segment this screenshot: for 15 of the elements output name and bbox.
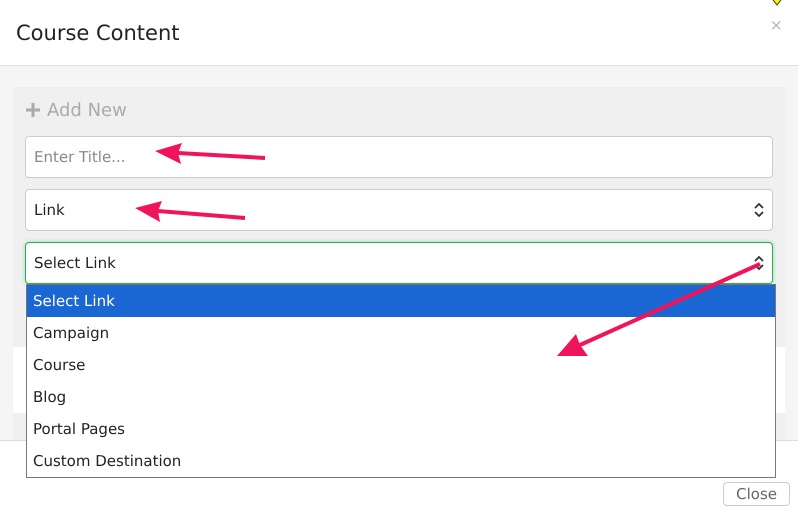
dropdown-option[interactable]: Campaign [27, 317, 775, 349]
dropdown-option[interactable]: Select Link [27, 285, 775, 317]
dropdown-option[interactable]: Blog [27, 381, 775, 413]
dropdown-option[interactable]: Custom Destination [27, 445, 775, 477]
chevron-updown-icon [754, 255, 764, 271]
dropdown-option[interactable]: Portal Pages [27, 413, 775, 445]
link-select[interactable]: Select Link [25, 242, 773, 284]
warning-icon [772, 0, 782, 6]
plus-icon [25, 102, 41, 118]
dialog-title: Course Content [16, 20, 180, 44]
title-input-field[interactable]: Enter Title... [25, 136, 773, 178]
dropdown-option[interactable]: Course [27, 349, 775, 381]
type-select[interactable]: Link [25, 189, 773, 231]
chevron-updown-icon [754, 202, 764, 218]
close-button[interactable]: Close [723, 482, 790, 506]
